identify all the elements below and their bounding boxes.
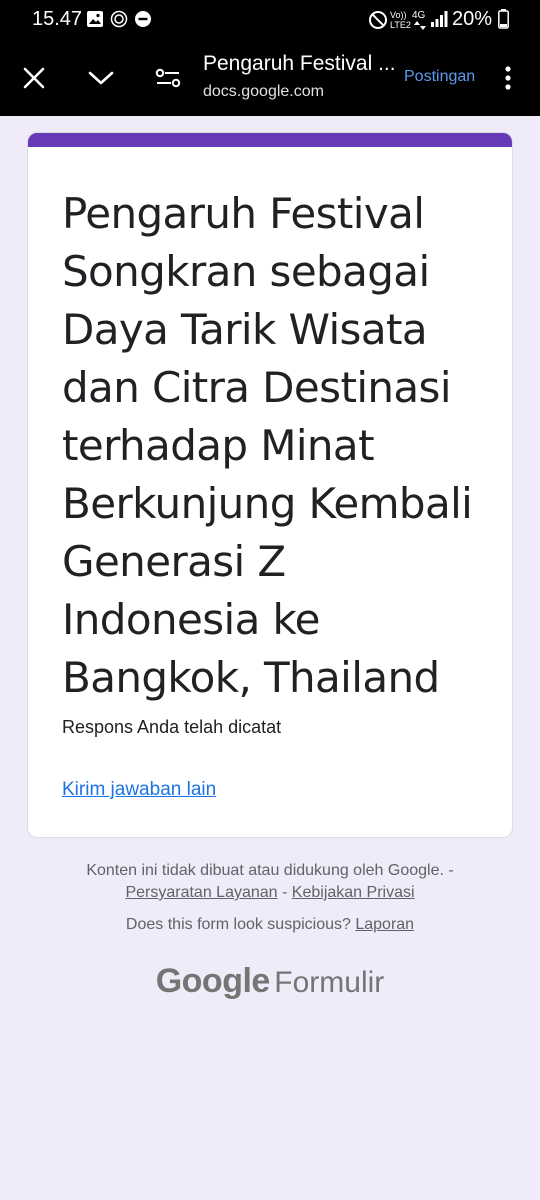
- terms-of-service-link[interactable]: Persyaratan Layanan: [125, 884, 277, 901]
- tune-icon: [155, 68, 181, 88]
- minimize-button[interactable]: [81, 58, 121, 98]
- chevron-down-icon: [88, 71, 114, 85]
- battery-icon: [498, 9, 509, 29]
- close-icon: [23, 67, 45, 89]
- report-section: Does this form look suspicious? Laporan: [0, 916, 540, 934]
- gallery-icon: [87, 11, 103, 27]
- sync-icon: [110, 10, 128, 28]
- status-time: 15.47: [32, 8, 83, 30]
- more-options-button[interactable]: [488, 58, 528, 98]
- network-label: Vo)) LTE2: [390, 10, 411, 30]
- forms-wordmark: Formulir: [274, 966, 385, 999]
- page-title: Pengaruh Festival ...: [203, 52, 396, 75]
- google-forms-logo[interactable]: Google Formulir: [0, 962, 540, 1001]
- response-confirmation: Respons Anda telah dicatat: [62, 717, 282, 737]
- status-bar: 15.47 Vo)) LTE2 4G 20%: [0, 0, 540, 40]
- browser-app-bar: Pengaruh Festival ... docs.google.com Po…: [0, 40, 540, 116]
- data-arrows-icon: [414, 21, 426, 30]
- blocked-icon: [369, 11, 387, 29]
- close-button[interactable]: [14, 58, 54, 98]
- submit-another-response-link[interactable]: Kirim jawaban lain: [62, 779, 216, 801]
- battery-percentage: 20%: [452, 8, 493, 30]
- form-title: Pengaruh Festival Songkran sebagai Daya …: [62, 189, 473, 702]
- form-response-card: Pengaruh Festival Songkran sebagai Daya …: [27, 132, 513, 838]
- privacy-policy-link[interactable]: Kebijakan Privasi: [292, 884, 415, 901]
- signal-icon: [431, 11, 448, 27]
- postingan-button[interactable]: Postingan: [404, 68, 475, 86]
- more-vert-icon: [505, 66, 511, 90]
- google-wordmark: Google: [155, 962, 271, 1000]
- card-accent-bar: [28, 133, 512, 147]
- network-type: 4G: [412, 10, 426, 21]
- suspicious-text: Does this form look suspicious?: [125, 916, 351, 933]
- do-not-disturb-icon: [135, 11, 151, 27]
- disclaimer-text: Konten ini tidak dibuat atau didukung ol…: [86, 862, 454, 879]
- footer-separator: -: [282, 884, 288, 901]
- page-settings-button[interactable]: [148, 58, 188, 98]
- report-link[interactable]: Laporan: [355, 916, 414, 933]
- page-url: docs.google.com: [203, 83, 324, 100]
- disclaimer: Konten ini tidak dibuat atau didukung ol…: [0, 860, 540, 904]
